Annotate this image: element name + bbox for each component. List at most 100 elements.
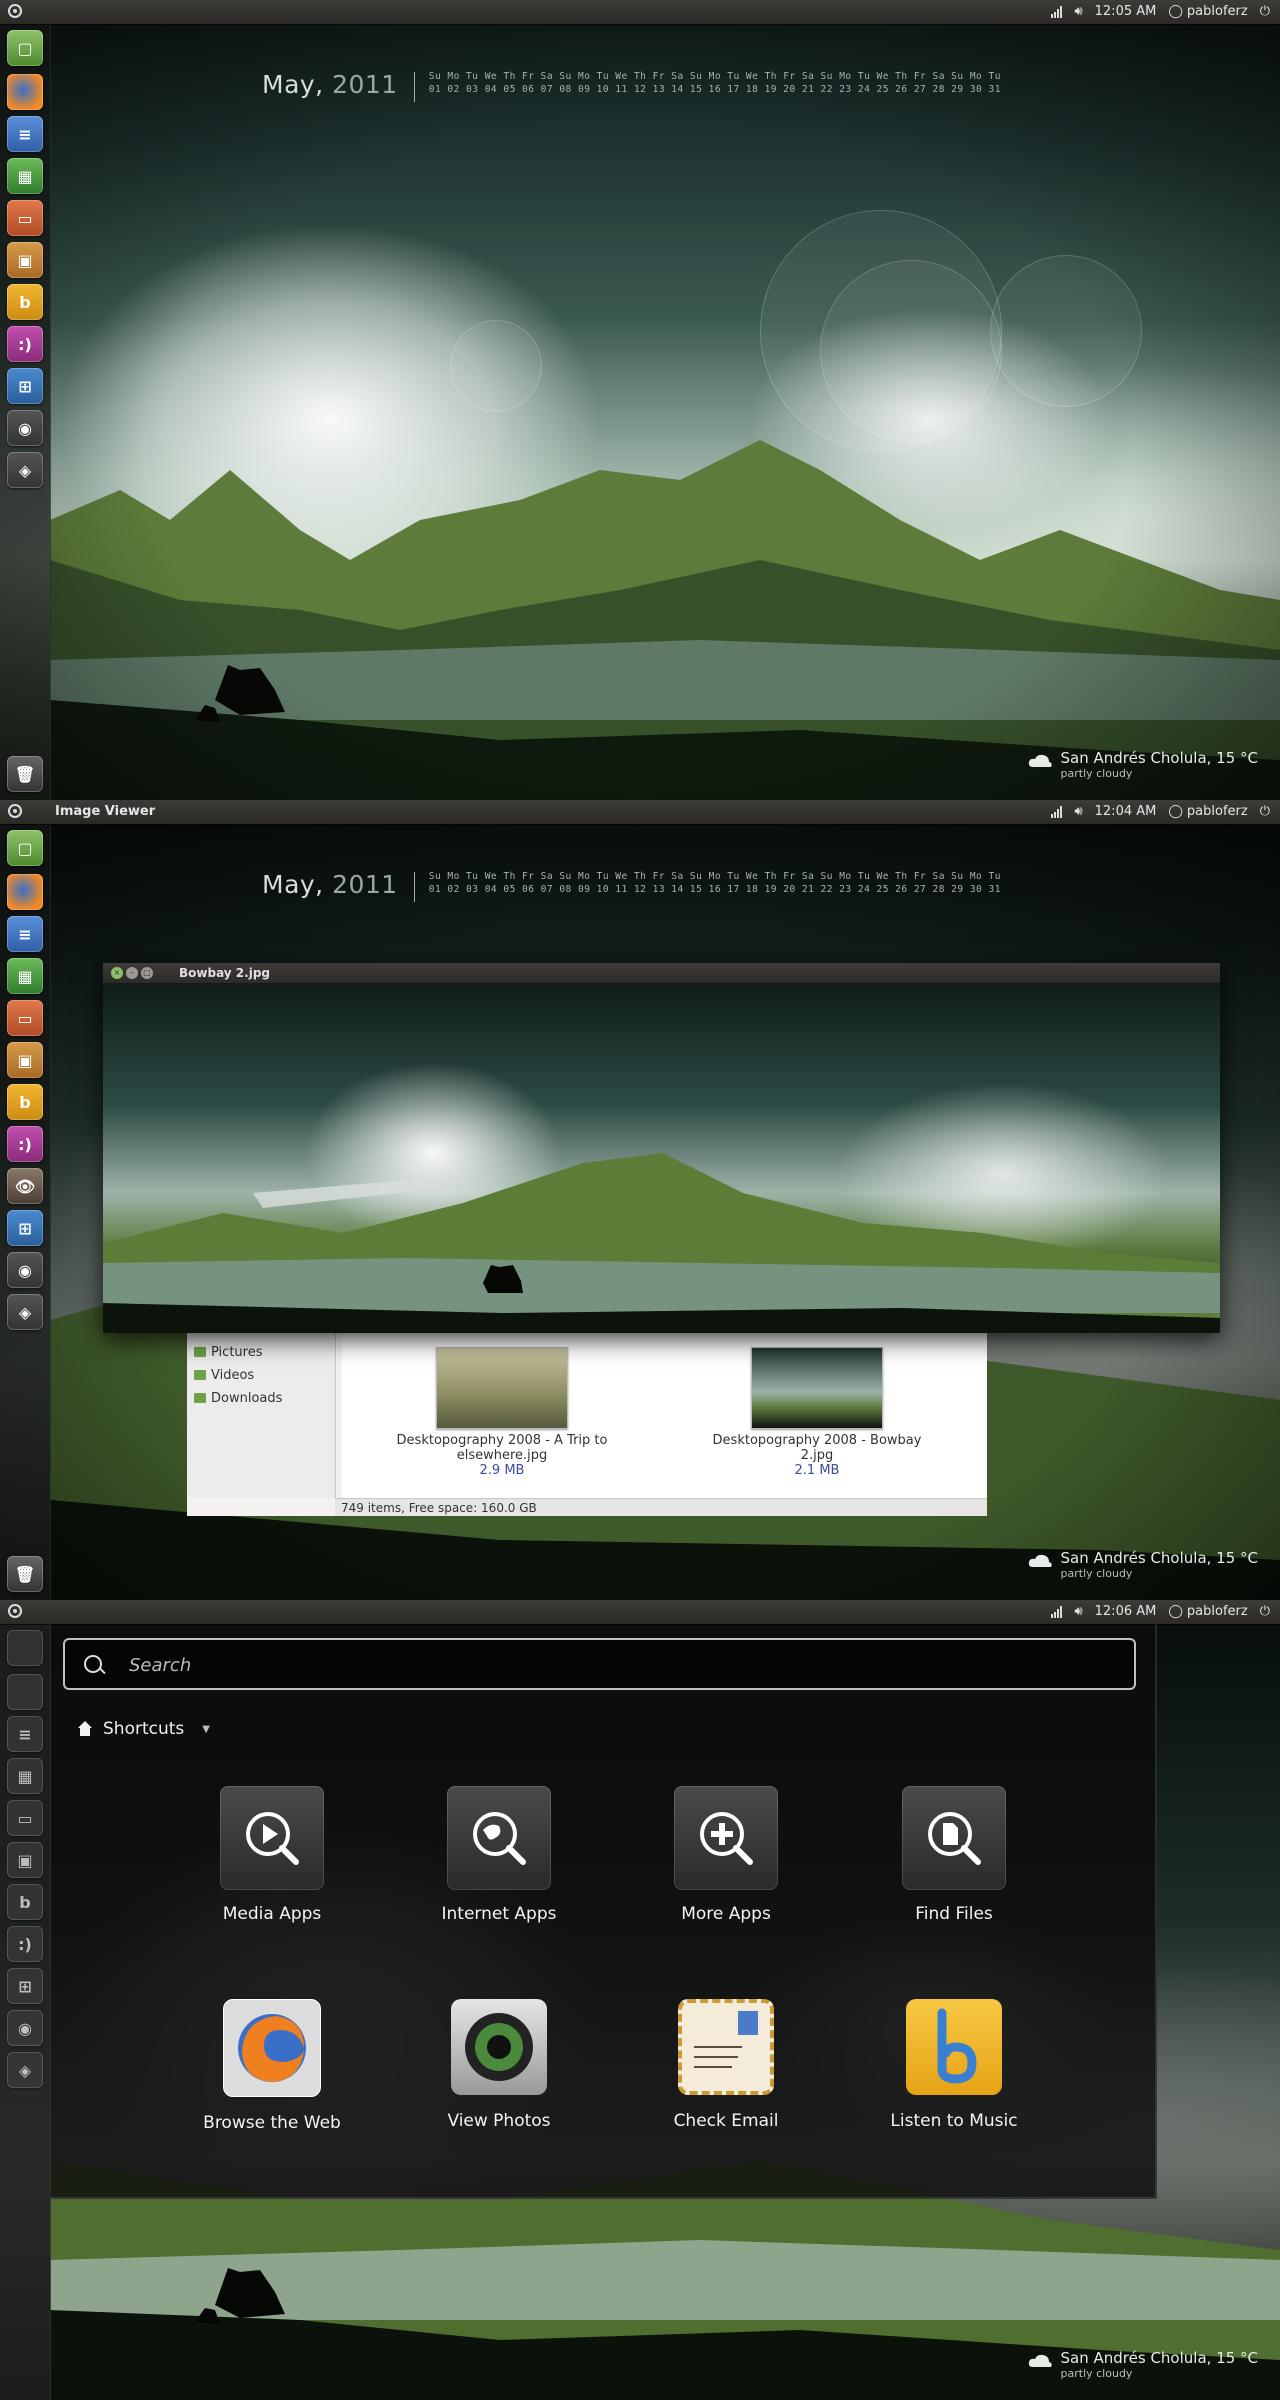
desktop-screenshot-3: 🔊︎ 12:06 AM ◯ pabloferz ⏻ ≡ ▦ ▭ ▣ b :) ⊞…: [0, 1600, 1280, 2400]
weather-city: San Andrés Cholula, 15 °C: [1060, 749, 1258, 767]
launcher-dash-icon[interactable]: ◉: [7, 410, 43, 446]
power-icon[interactable]: ⏻: [1260, 800, 1270, 824]
launcher-banshee-icon[interactable]: b: [7, 1884, 43, 1920]
launcher-workspaces-icon[interactable]: ⊞: [7, 1210, 43, 1246]
app-browse-web[interactable]: Browse the Web: [172, 1999, 372, 2133]
launcher-calc-icon[interactable]: ▦: [7, 158, 43, 194]
launcher-writer-icon[interactable]: ≡: [7, 116, 43, 152]
network-icon[interactable]: [1051, 806, 1063, 818]
section-label: Shortcuts: [103, 1719, 185, 1739]
lens-internet-apps[interactable]: Internet Apps: [399, 1786, 599, 1924]
username[interactable]: pabloferz: [1187, 0, 1248, 24]
app-check-email[interactable]: Check Email: [626, 1999, 826, 2131]
chat-icon[interactable]: ◯: [1168, 1600, 1183, 1624]
launcher-dash-icon[interactable]: ◉: [7, 1252, 43, 1288]
power-icon[interactable]: ⏻: [1260, 0, 1270, 24]
launcher-home-icon[interactable]: ▢: [7, 830, 43, 866]
weather-condition: partly cloudy: [1060, 1567, 1133, 1580]
app-view-photos[interactable]: View Photos: [399, 1999, 599, 2131]
launcher-workspaces-icon[interactable]: ⊞: [7, 368, 43, 404]
launcher-files-icon[interactable]: ◈: [7, 1294, 43, 1330]
file-item[interactable]: Desktopography 2008 - Bowbay 2.jpg 2.1 M…: [707, 1333, 927, 1478]
calendar-days: 01 02 03 04 05 06 07 08 09 10 11 12 13 1…: [428, 884, 1001, 895]
launcher-calc-icon[interactable]: ▦: [7, 1758, 43, 1794]
clock[interactable]: 12:05 AM: [1095, 0, 1157, 24]
clock[interactable]: 12:06 AM: [1095, 1600, 1157, 1624]
chat-icon[interactable]: ◯: [1168, 0, 1183, 24]
launcher-workspaces-icon[interactable]: ⊞: [7, 1968, 43, 2004]
launcher-firefox-icon[interactable]: [7, 874, 43, 910]
launcher-dash-icon[interactable]: ◉: [7, 2010, 43, 2046]
firefox-icon: [223, 1999, 321, 2097]
launcher-banshee-icon[interactable]: b: [7, 284, 43, 320]
launcher-software-center-icon[interactable]: ▣: [7, 1042, 43, 1078]
volume-icon[interactable]: 🔊︎: [1074, 0, 1082, 24]
launcher-empathy-icon[interactable]: :): [7, 326, 43, 362]
volume-icon[interactable]: 🔊︎: [1074, 800, 1082, 824]
lens-find-files[interactable]: Find Files: [854, 1786, 1054, 1924]
place-downloads[interactable]: Downloads: [187, 1387, 335, 1410]
launcher-home-icon[interactable]: [7, 1630, 43, 1666]
ubuntu-logo-icon[interactable]: [8, 804, 22, 818]
folder-icon: [194, 1347, 206, 1357]
globe-lens-icon: [447, 1786, 551, 1890]
wallpaper: [0, 0, 1280, 800]
banshee-icon: [906, 1999, 1002, 2095]
ubuntu-logo-icon[interactable]: [8, 4, 22, 18]
lens-more-apps[interactable]: More Apps: [626, 1786, 826, 1924]
cloud-icon: [1028, 2354, 1052, 2367]
launcher-writer-icon[interactable]: ≡: [7, 1716, 43, 1752]
top-panel: 🔊︎ 12:06 AM ◯ pabloferz ⏻: [0, 1600, 1280, 1624]
chevron-down-icon[interactable]: ▼: [202, 1724, 210, 1735]
launcher-trash-icon[interactable]: 🗑︎: [7, 1556, 43, 1592]
minimize-button[interactable]: –: [126, 967, 138, 979]
shortcuts-header[interactable]: Shortcuts ▼: [77, 1719, 210, 1739]
launcher-empathy-icon[interactable]: :): [7, 1126, 43, 1162]
network-icon[interactable]: [1051, 1606, 1063, 1618]
launcher-firefox-icon[interactable]: [7, 1674, 43, 1710]
app-label: Listen to Music: [890, 2111, 1018, 2131]
power-icon[interactable]: ⏻: [1260, 1600, 1270, 1624]
chat-icon[interactable]: ◯: [1168, 800, 1183, 824]
ubuntu-logo-icon[interactable]: [8, 1604, 22, 1618]
place-videos[interactable]: Videos: [187, 1364, 335, 1387]
clock[interactable]: 12:04 AM: [1095, 800, 1157, 824]
launcher-writer-icon[interactable]: ≡: [7, 916, 43, 952]
launcher-impress-icon[interactable]: ▭: [7, 200, 43, 236]
launcher-banshee-icon[interactable]: b: [7, 1084, 43, 1120]
maximize-button[interactable]: □: [141, 967, 153, 979]
place-pictures[interactable]: Pictures: [187, 1341, 335, 1364]
file-item[interactable]: Desktopography 2008 - A Trip to elsewher…: [392, 1333, 612, 1478]
lens-media-apps[interactable]: Media Apps: [172, 1786, 372, 1924]
username[interactable]: pabloferz: [1187, 800, 1248, 824]
volume-icon[interactable]: 🔊︎: [1074, 1600, 1082, 1624]
network-icon[interactable]: [1051, 6, 1063, 18]
calendar-year: 2011: [332, 70, 398, 99]
file-name: Desktopography 2008 - Bowbay 2.jpg: [712, 1433, 922, 1463]
search-box[interactable]: [63, 1638, 1136, 1690]
launcher-calc-icon[interactable]: ▦: [7, 958, 43, 994]
launcher-firefox-icon[interactable]: [7, 74, 43, 110]
launcher-empathy-icon[interactable]: :): [7, 1926, 43, 1962]
file-name: Desktopography 2008 - A Trip to elsewher…: [396, 1433, 608, 1463]
launcher-trash-icon[interactable]: 🗑︎: [7, 756, 43, 792]
calendar-days: 01 02 03 04 05 06 07 08 09 10 11 12 13 1…: [428, 84, 1001, 95]
lens-label: Internet Apps: [441, 1904, 557, 1924]
launcher-image-viewer-icon[interactable]: 👁︎: [7, 1168, 43, 1204]
launcher-home-icon[interactable]: ▢: [7, 30, 43, 66]
camera-lens-icon: [451, 1999, 547, 2095]
viewer-image: [103, 983, 1220, 1333]
calendar-weekdays: Su Mo Tu We Th Fr Sa Su Mo Tu We Th Fr S…: [428, 71, 1001, 82]
app-listen-music[interactable]: Listen to Music: [854, 1999, 1054, 2131]
launcher-software-center-icon[interactable]: ▣: [7, 242, 43, 278]
calendar-month: May,: [262, 70, 324, 99]
launcher-files-icon[interactable]: ◈: [7, 452, 43, 488]
launcher-impress-icon[interactable]: ▭: [7, 1800, 43, 1836]
launcher-software-center-icon[interactable]: ▣: [7, 1842, 43, 1878]
viewer-titlebar[interactable]: × – □ Bowbay 2.jpg: [103, 963, 1220, 983]
search-input[interactable]: [127, 1648, 1111, 1682]
username[interactable]: pabloferz: [1187, 1600, 1248, 1624]
launcher-impress-icon[interactable]: ▭: [7, 1000, 43, 1036]
close-button[interactable]: ×: [111, 967, 123, 979]
launcher-files-icon[interactable]: ◈: [7, 2052, 43, 2088]
